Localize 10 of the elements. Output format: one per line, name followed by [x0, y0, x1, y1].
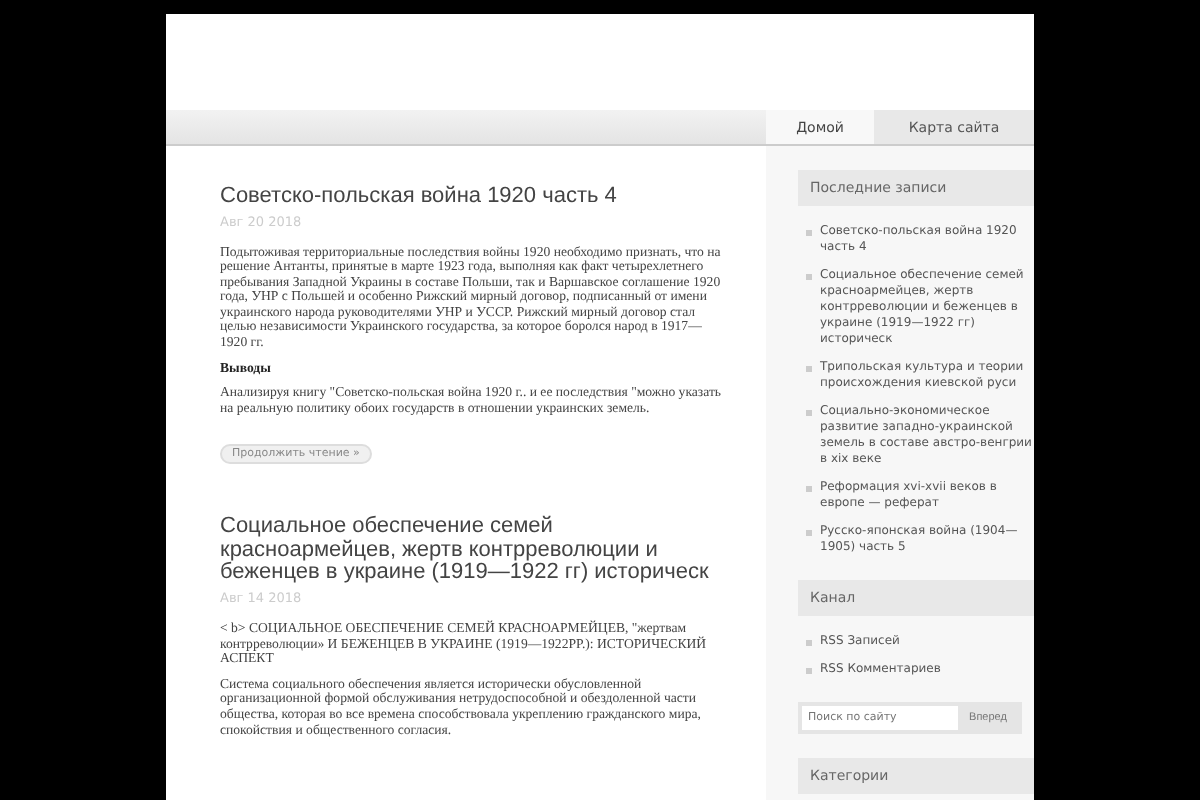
bullet-icon — [806, 485, 812, 491]
bullet-icon — [806, 639, 812, 645]
bullet-icon — [806, 229, 812, 235]
bullet-icon — [806, 273, 812, 279]
post-title[interactable]: Социальное обеспечение семей красноармейцев, жертв контрреволюции и беженцев в украине (1919—1922 гг) историческ — [220, 516, 726, 586]
bullet-icon — [806, 409, 812, 415]
bullet-icon — [806, 667, 812, 673]
bullet-icon — [806, 529, 812, 535]
post-title[interactable]: Советско-польская война 1920 часть 4 — [220, 186, 726, 209]
bullet-icon — [806, 365, 812, 371]
